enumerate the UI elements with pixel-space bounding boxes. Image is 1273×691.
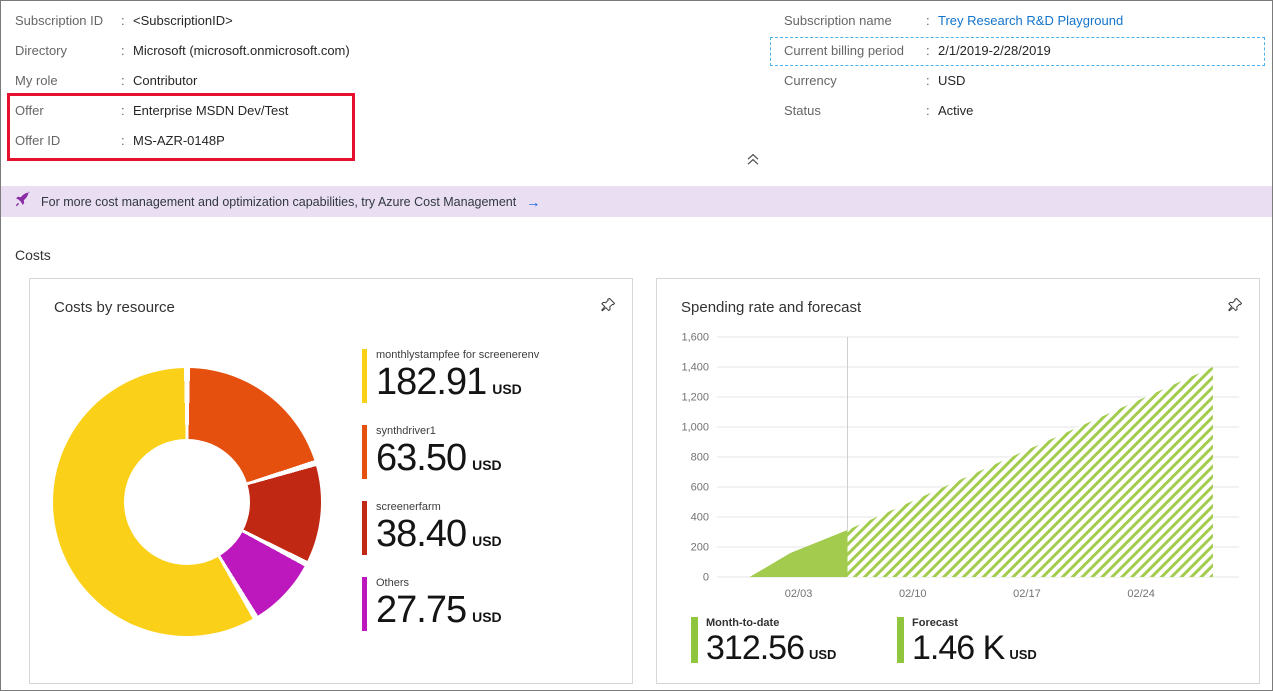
detail-colon: : bbox=[121, 42, 125, 58]
subscription-name-link[interactable]: Trey Research R&D Playground bbox=[938, 13, 1260, 28]
costs-section-title: Costs bbox=[15, 247, 51, 263]
detail-colon: : bbox=[121, 132, 125, 148]
detail-label: Offer bbox=[15, 102, 44, 118]
legend-value: 63.50 bbox=[376, 437, 467, 479]
detail-colon: : bbox=[926, 12, 930, 28]
detail-label: Directory bbox=[15, 42, 68, 58]
legend-swatch bbox=[362, 349, 367, 403]
legend-swatch bbox=[362, 577, 367, 631]
directory-row: Directory : Microsoft (microsoft.onmicro… bbox=[15, 35, 455, 65]
legend-item[interactable]: synthdriver1 63.50 USD bbox=[362, 425, 539, 479]
spending-forecast-card: Spending rate and forecast 0 200 400 600 800… bbox=[656, 278, 1260, 684]
detail-colon: : bbox=[121, 72, 125, 88]
svg-text:1,400: 1,400 bbox=[681, 362, 709, 374]
pin-button[interactable] bbox=[596, 293, 620, 320]
offer-id-value: MS-AZR-0148P bbox=[133, 132, 225, 148]
svg-text:1,000: 1,000 bbox=[681, 422, 709, 434]
svg-text:600: 600 bbox=[691, 482, 709, 494]
currency-value: USD bbox=[938, 72, 966, 88]
legend-unit: USD bbox=[492, 381, 522, 397]
currency-row: Currency : USD bbox=[784, 65, 1260, 95]
offer-row: Offer : Enterprise MSDN Dev/Test bbox=[15, 95, 455, 125]
card-title: Spending rate and forecast bbox=[681, 299, 862, 316]
costs-legend: monthlystampfee for screenerenv 182.91 U… bbox=[362, 349, 539, 653]
subscription-name-row: Subscription name : Trey Research R&D Pl… bbox=[784, 5, 1260, 35]
banner-text: For more cost management and optimizatio… bbox=[41, 194, 517, 209]
detail-label: Currency bbox=[784, 72, 837, 88]
directory-value: Microsoft (microsoft.onmicrosoft.com) bbox=[133, 42, 350, 58]
legend-value: 182.91 bbox=[376, 361, 487, 403]
detail-label: Subscription name bbox=[784, 12, 892, 28]
detail-label: Status bbox=[784, 102, 821, 118]
legend-item[interactable]: screenerfarm 38.40 USD bbox=[362, 501, 539, 555]
legend-unit: USD bbox=[472, 609, 502, 625]
detail-label: Subscription ID bbox=[15, 12, 104, 28]
essentials-left-column: Subscription ID : <SubscriptionID> Direc… bbox=[15, 5, 455, 155]
my-role-row: My role : Contributor bbox=[15, 65, 455, 95]
status-row: Status : Active bbox=[784, 95, 1260, 125]
costs-donut-chart[interactable] bbox=[53, 368, 321, 636]
detail-label: Current billing period bbox=[784, 42, 904, 58]
svg-text:1,200: 1,200 bbox=[681, 392, 709, 404]
stat-value: 312.56 bbox=[706, 629, 805, 667]
subscription-overview-page: Subscription ID : <SubscriptionID> Direc… bbox=[0, 0, 1273, 691]
essentials-right-column: Subscription name : Trey Research R&D Pl… bbox=[784, 5, 1260, 125]
svg-text:0: 0 bbox=[703, 572, 709, 584]
legend-item[interactable]: Others 27.75 USD bbox=[362, 577, 539, 631]
svg-text:400: 400 bbox=[691, 512, 709, 524]
spending-chart[interactable]: 0 200 400 600 800 1,000 1,200 1,400 1,600 02/03 02… bbox=[667, 327, 1251, 605]
stat-marker bbox=[897, 617, 904, 663]
legend-value: 27.75 bbox=[376, 589, 467, 631]
cost-management-banner[interactable]: For more cost management and optimizatio… bbox=[1, 186, 1272, 217]
stat-unit: USD bbox=[1009, 647, 1037, 662]
detail-label: Offer ID bbox=[15, 132, 61, 148]
my-role-value: Contributor bbox=[133, 72, 198, 88]
stat-unit: USD bbox=[809, 647, 837, 662]
detail-colon: : bbox=[121, 12, 125, 28]
card-title: Costs by resource bbox=[54, 299, 175, 316]
svg-text:02/17: 02/17 bbox=[1013, 588, 1041, 600]
detail-colon: : bbox=[926, 42, 930, 58]
detail-colon: : bbox=[926, 102, 930, 118]
offer-id-row: Offer ID : MS-AZR-0148P bbox=[15, 125, 455, 155]
svg-text:1,600: 1,600 bbox=[681, 332, 709, 344]
collapse-essentials-button[interactable] bbox=[742, 153, 764, 169]
detail-label: My role bbox=[15, 72, 58, 88]
legend-item[interactable]: monthlystampfee for screenerenv 182.91 U… bbox=[362, 349, 539, 403]
status-value: Active bbox=[938, 102, 974, 118]
svg-text:02/03: 02/03 bbox=[785, 588, 813, 600]
detail-colon: : bbox=[121, 102, 125, 118]
billing-period-value: 2/1/2019-2/28/2019 bbox=[938, 42, 1051, 58]
banner-arrow-icon: → bbox=[526, 193, 541, 210]
pin-icon bbox=[1227, 297, 1243, 316]
double-chevron-up-icon bbox=[746, 153, 760, 169]
costs-by-resource-card: Costs by resource monthlystampfee for sc… bbox=[29, 278, 633, 684]
month-to-date-stat: Month-to-date 312.56 USD bbox=[691, 617, 836, 666]
rocket-icon bbox=[15, 191, 31, 212]
forecast-stat: Forecast 1.46 K USD bbox=[897, 617, 1037, 666]
detail-colon: : bbox=[926, 72, 930, 88]
billing-period-row: Current billing period : 2/1/2019-2/28/2… bbox=[784, 35, 1260, 65]
pin-button[interactable] bbox=[1223, 293, 1247, 320]
legend-value: 38.40 bbox=[376, 513, 467, 555]
legend-swatch bbox=[362, 501, 367, 555]
svg-text:02/10: 02/10 bbox=[899, 588, 927, 600]
pin-icon bbox=[600, 297, 616, 316]
stat-value: 1.46 K bbox=[912, 629, 1005, 667]
svg-text:800: 800 bbox=[691, 452, 709, 464]
svg-text:02/24: 02/24 bbox=[1127, 588, 1155, 600]
subscription-id-row: Subscription ID : <SubscriptionID> bbox=[15, 5, 455, 35]
svg-text:200: 200 bbox=[691, 542, 709, 554]
legend-unit: USD bbox=[472, 533, 502, 549]
stat-marker bbox=[691, 617, 698, 663]
offer-value: Enterprise MSDN Dev/Test bbox=[133, 102, 289, 118]
legend-unit: USD bbox=[472, 457, 502, 473]
legend-swatch bbox=[362, 425, 367, 479]
subscription-id-value: <SubscriptionID> bbox=[133, 12, 233, 28]
